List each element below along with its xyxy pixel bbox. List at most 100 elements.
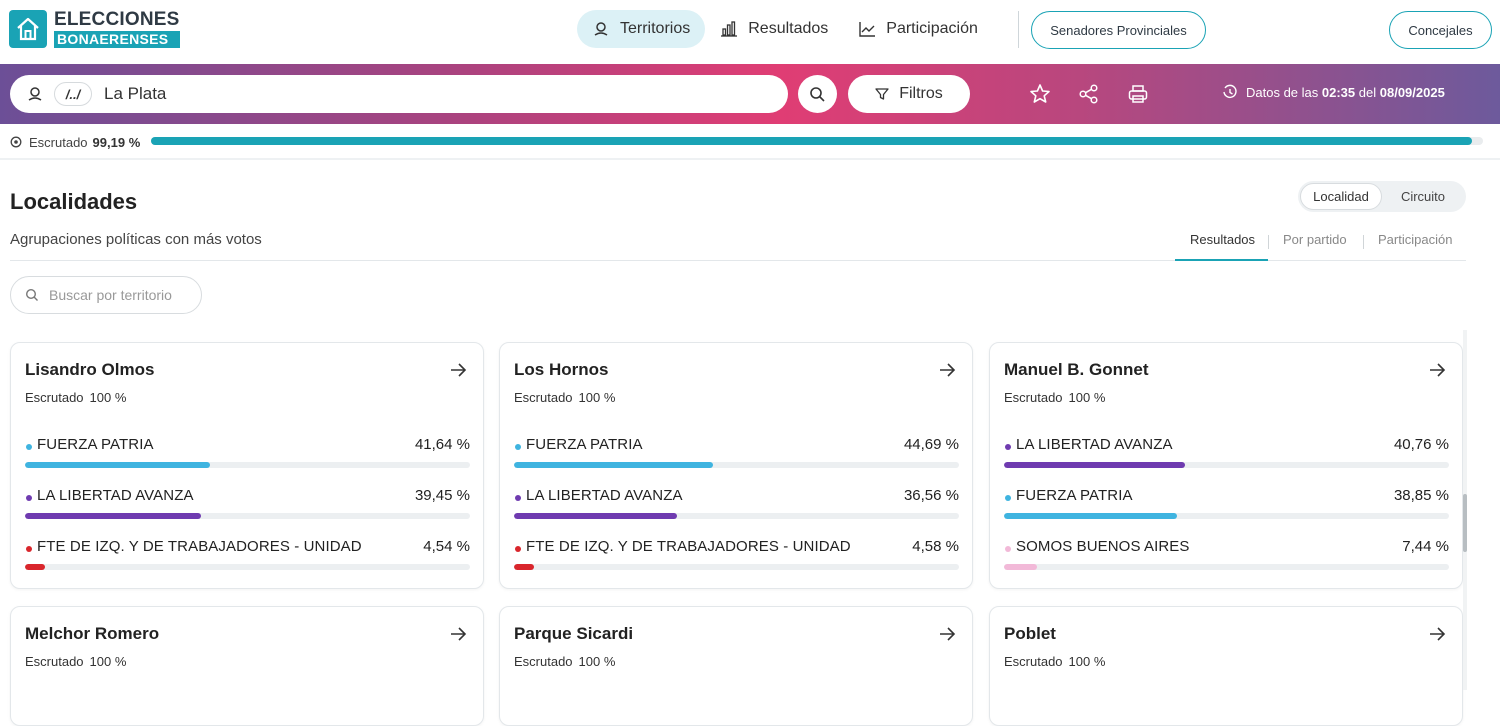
party-result: FUERZA PATRIA 41,64 %	[25, 436, 470, 476]
escrutado-label: Escrutado	[25, 390, 84, 405]
arrow-right-icon[interactable]	[449, 362, 467, 378]
localidad-card[interactable]: Parque Sicardi Escrutado 100 %	[499, 606, 973, 726]
site-logo[interactable]: ELECCIONES BONAERENSES	[9, 10, 180, 48]
localidad-escrutado: Escrutado 100 %	[514, 654, 615, 669]
senadores-provinciales-button[interactable]: Senadores Provinciales	[1031, 11, 1206, 49]
view-toggle: Localidad Circuito	[1298, 181, 1466, 212]
print-icon[interactable]	[1127, 83, 1149, 105]
toolbar-divider	[0, 158, 1500, 160]
map-pin-icon	[594, 22, 608, 36]
escrutado-value: 100 %	[1068, 654, 1106, 669]
party-result: SOMOS BUENOS AIRES 7,44 %	[1004, 538, 1449, 578]
nav-territorios[interactable]: Territorios	[577, 10, 706, 48]
party-bar	[25, 564, 470, 570]
party-bar-fill	[25, 513, 201, 519]
escrutado-label: Escrutado	[1004, 390, 1063, 405]
page-subtitle: Agrupaciones políticas con más votos	[10, 231, 262, 248]
tab-participacion[interactable]: Participación	[1378, 232, 1452, 247]
nav-resultados[interactable]: Resultados	[705, 10, 843, 48]
nav-participacion[interactable]: Participación	[843, 10, 993, 48]
escrutado-progress: Escrutado 99,19 %	[10, 132, 1490, 152]
party-bar	[1004, 462, 1449, 468]
party-result: LA LIBERTAD AVANZA 36,56 %	[514, 487, 959, 527]
logo-line-1: ELECCIONES	[54, 9, 180, 30]
selected-territory[interactable]: La Plata	[104, 84, 166, 104]
localidad-card[interactable]: Lisandro Olmos Escrutado 100 % FUERZA PATRI…	[10, 342, 484, 589]
escrutado-bar	[151, 137, 1483, 145]
concejales-button[interactable]: Concejales	[1389, 11, 1492, 49]
escrutado-bar-fill	[151, 137, 1473, 145]
party-result: FUERZA PATRIA 38,85 %	[1004, 487, 1449, 527]
party-bar	[514, 462, 959, 468]
party-bar-fill	[1004, 513, 1177, 519]
localidad-escrutado: Escrutado 100 %	[1004, 390, 1105, 405]
party-percentage: 4,54 %	[423, 538, 470, 555]
filters-button[interactable]: Filtros	[848, 75, 970, 113]
nav-territorios-label: Territorios	[620, 20, 691, 37]
localidad-card[interactable]: Poblet Escrutado 100 %	[989, 606, 1463, 726]
logo-line-2: BONAERENSES	[54, 31, 180, 48]
breadcrumb-chip[interactable]: /../	[54, 82, 92, 106]
localidad-card[interactable]: Melchor Romero Escrutado 100 %	[10, 606, 484, 726]
localidad-card[interactable]: Manuel B. Gonnet Escrutado 100 % LA LIBERTA…	[989, 342, 1463, 589]
tab-separator	[1363, 235, 1364, 249]
nav-resultados-label: Resultados	[748, 20, 829, 37]
party-name: FTE DE IZQ. Y DE TRABAJADORES - UNIDAD	[37, 538, 362, 555]
party-color-dot	[26, 546, 32, 552]
party-bar-fill	[1004, 462, 1186, 468]
escrutado-value: 100 %	[578, 654, 616, 669]
tab-resultados[interactable]: Resultados	[1190, 232, 1255, 247]
party-percentage: 40,76 %	[1393, 436, 1449, 453]
active-tab-indicator	[1175, 259, 1268, 261]
datos-mid: del	[1358, 84, 1377, 100]
target-icon	[10, 136, 22, 148]
bar-chart-icon	[721, 21, 738, 37]
localidad-card[interactable]: Los Hornos Escrutado 100 % FUERZA PATRIA 44,…	[499, 342, 973, 589]
party-bar	[25, 462, 470, 468]
territory-search-input[interactable]: Buscar por territorio	[10, 276, 202, 314]
escrutado-label: Escrutado	[514, 654, 573, 669]
party-color-dot	[1005, 495, 1011, 501]
escrutado-label: Escrutado	[25, 654, 84, 669]
star-icon[interactable]	[1029, 83, 1051, 105]
party-bar	[1004, 564, 1449, 570]
top-header: ELECCIONES BONAERENSES Territorios Resul…	[0, 0, 1500, 64]
territory-search-bar[interactable]: /../ La Plata	[10, 75, 788, 113]
scrollbar-thumb[interactable]	[1463, 494, 1467, 552]
datos-prefix: Datos de las	[1246, 84, 1319, 100]
datos-date: 08/09/2025	[1379, 84, 1445, 100]
party-result: FTE DE IZQ. Y DE TRABAJADORES - UNIDAD 4,…	[514, 538, 959, 578]
main-nav: Territorios Resultados Participación	[577, 10, 993, 48]
toggle-localidad[interactable]: Localidad	[1300, 183, 1382, 210]
party-name: LA LIBERTAD AVANZA	[1016, 436, 1173, 453]
search-icon	[25, 288, 38, 301]
search-toolbar: /../ La Plata Filtros Datos de las 02:35…	[0, 64, 1500, 124]
search-icon	[810, 86, 825, 102]
localidad-name: Melchor Romero	[25, 624, 160, 643]
escrutado-value: 99,19 %	[92, 134, 141, 150]
party-percentage: 41,64 %	[414, 436, 470, 453]
toggle-circuito[interactable]: Circuito	[1382, 183, 1464, 210]
localidad-escrutado: Escrutado 100 %	[1004, 654, 1105, 669]
arrow-right-icon[interactable]	[1428, 362, 1446, 378]
party-result: LA LIBERTAD AVANZA 40,76 %	[1004, 436, 1449, 476]
tab-por-partido[interactable]: Por partido	[1283, 232, 1347, 247]
party-name: FUERZA PATRIA	[526, 436, 643, 453]
party-color-dot	[515, 495, 521, 501]
arrow-right-icon[interactable]	[1428, 626, 1446, 642]
territory-search-placeholder: Buscar por territorio	[49, 287, 172, 303]
arrow-right-icon[interactable]	[938, 362, 956, 378]
share-icon[interactable]	[1078, 83, 1100, 105]
localidad-name: Lisandro Olmos	[25, 360, 155, 379]
escrutado-value: 100 %	[89, 654, 127, 669]
localidad-escrutado: Escrutado 100 %	[25, 390, 126, 405]
party-name: FUERZA PATRIA	[1016, 487, 1133, 504]
party-name: FUERZA PATRIA	[37, 436, 154, 453]
escrutado-value: 100 %	[89, 390, 127, 405]
filter-icon	[875, 88, 889, 100]
arrow-right-icon[interactable]	[938, 626, 956, 642]
nav-divider	[1018, 11, 1019, 48]
party-color-dot	[1005, 546, 1011, 552]
arrow-right-icon[interactable]	[449, 626, 467, 642]
search-button[interactable]	[798, 75, 837, 113]
